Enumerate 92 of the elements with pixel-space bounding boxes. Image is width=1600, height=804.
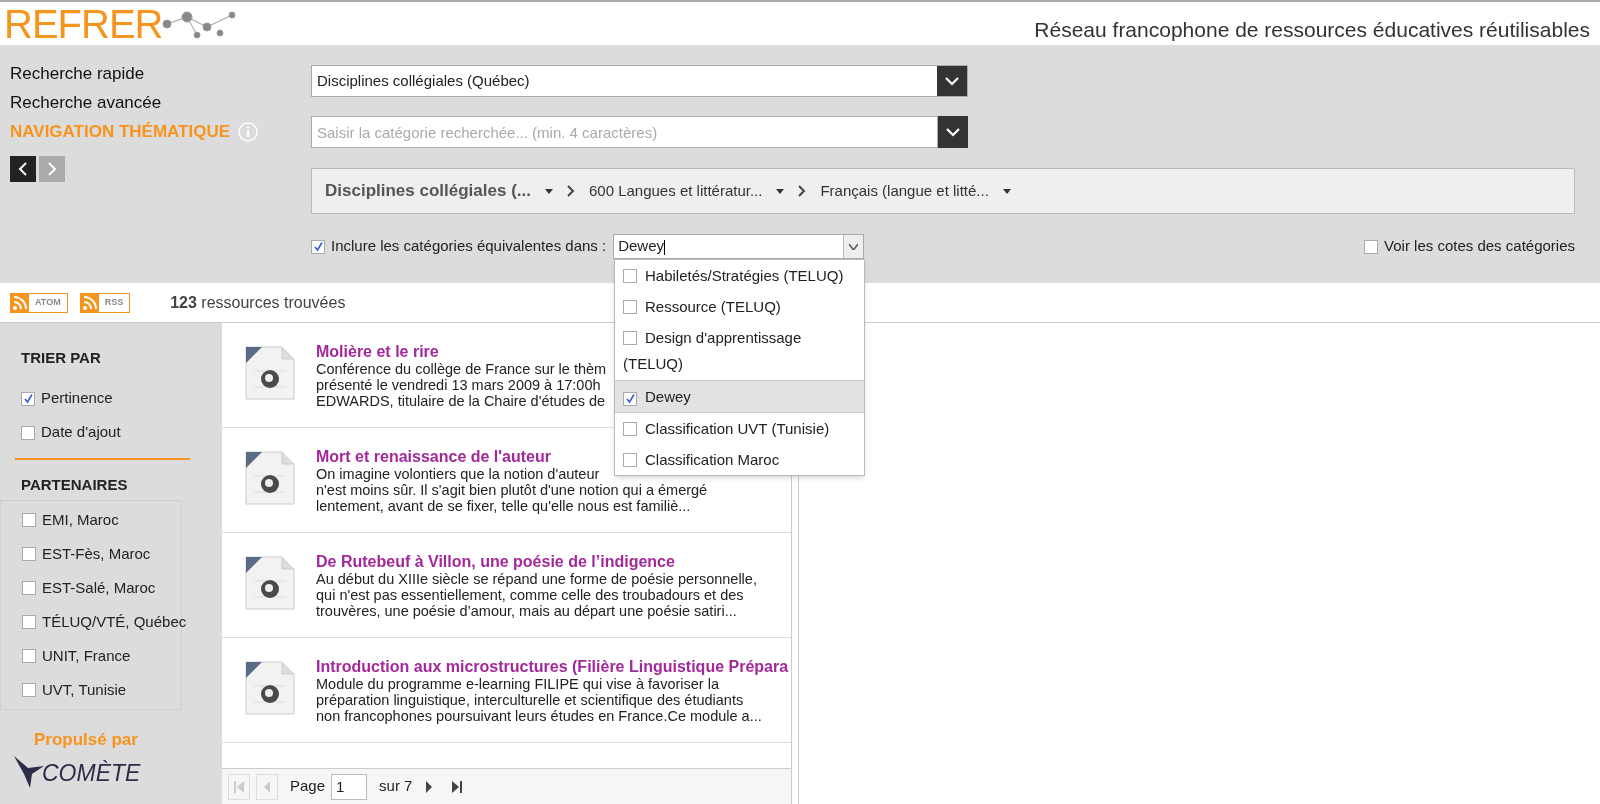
- checkbox[interactable]: [311, 239, 325, 254]
- dropdown-option[interactable]: Classification Maroc: [615, 444, 864, 475]
- previous-page-button[interactable]: [256, 773, 278, 800]
- result-title[interactable]: De Rutebeuf à Villon, une poésie de l’indigence: [316, 553, 757, 571]
- checkbox[interactable]: [623, 269, 637, 283]
- caret-icon: [1002, 188, 1011, 194]
- result-description: Conférence du collège de France sur le thèm: [316, 361, 607, 377]
- search-mode-link[interactable]: Recherche rapide: [10, 60, 145, 87]
- page-total: sur 7: [379, 776, 413, 797]
- result-description: préparation linguistique, interculturelle et scientifique des étudiants: [316, 692, 745, 708]
- dropdown-option[interactable]: Habiletés/Stratégies (TELUQ): [615, 260, 864, 291]
- chevron-down-icon: [944, 76, 960, 86]
- classification-combo[interactable]: Dewey: [613, 234, 865, 259]
- category-field[interactable]: Saisir la catégorie recherchée... (min. 4 caractères): [311, 116, 938, 148]
- result-description: lentement, avant de se fixer, telle qu'elle nous est familiè...: [316, 498, 692, 514]
- sort-heading: TRIER PAR: [21, 348, 102, 368]
- partner-option-label: TÉLUQ/VTÉ, Québec: [42, 611, 187, 632]
- last-page-icon: [451, 779, 464, 794]
- dropdown-option[interactable]: Dewey: [615, 380, 864, 413]
- web-document-icon: [242, 553, 298, 613]
- dropdown-button[interactable]: [938, 116, 968, 148]
- checkbox[interactable]: [22, 683, 36, 697]
- tagline: Réseau francophone de ressources éducatives réutilisables: [1034, 16, 1590, 43]
- result-description: non francophones poursuivant leurs études en France.Ce module a...: [316, 708, 763, 724]
- taxonomy-select[interactable]: Disciplines collégiales (Québec): [311, 65, 968, 97]
- dropdown-option[interactable]: Ressource (TELUQ): [615, 291, 864, 322]
- info-icon[interactable]: [238, 121, 259, 142]
- checkbox[interactable]: [623, 453, 637, 467]
- result-title[interactable]: Introduction aux microstructures (Filière Linguistique Prépara: [316, 658, 789, 676]
- checkbox[interactable]: [22, 547, 36, 561]
- breadcrumb-item[interactable]: 600 Langues et littératur...: [588, 179, 785, 203]
- result-description: On imagine volontiers que la notion d'auteur: [316, 466, 601, 482]
- partners-heading: PARTENAIRES: [21, 475, 128, 493]
- comete-logo[interactable]: COMÈTE: [42, 755, 141, 790]
- checkbox[interactable]: [1364, 239, 1379, 254]
- include-label: Inclure les catégories équivalentes dans :: [331, 236, 607, 257]
- next-icon: [425, 779, 434, 794]
- rss-icon: [11, 293, 29, 312]
- web-document-icon: [242, 658, 298, 718]
- previous-icon: [263, 779, 271, 794]
- result-description: présenté le vendredi 13 mars 2009 à 17:00h: [316, 377, 602, 393]
- dropdown-option[interactable]: Classification UVT (Tunisie): [615, 413, 864, 444]
- sort-option-label: Date d'ajout: [41, 422, 121, 443]
- chevron-right-icon: [566, 185, 575, 197]
- result-count: 123 ressources trouvées: [170, 292, 346, 313]
- chevron-right-icon: [798, 185, 807, 197]
- result-description: Au début du XIIIe siècle se répand une forme de poésie personnelle,: [316, 571, 757, 587]
- checkbox[interactable]: [22, 615, 36, 629]
- show-codes-label: Voir les cotes des catégories: [1384, 236, 1575, 257]
- molecule-icon: [162, 8, 239, 39]
- result-title[interactable]: Molière et le rire: [316, 343, 607, 361]
- checkbox[interactable]: [623, 391, 637, 406]
- sort-option-label: Pertinence: [41, 388, 113, 409]
- result-description: qui n'est pas essentiellement, comme celle des troubadours et des: [316, 587, 745, 603]
- dropdown-option[interactable]: Design d'apprentissage (TELUQ): [615, 322, 864, 380]
- result-description: Module du programme e-learning FILIPE qui vise à favoriser la: [316, 676, 720, 692]
- feed-button[interactable]: ATOM: [10, 292, 68, 313]
- first-page-button[interactable]: [228, 773, 250, 800]
- result-description: n'est moins sûr. Il s'agit bien plutôt d'une notion qui a émergé: [316, 482, 708, 498]
- partner-option-label: EST-Fès, Maroc: [42, 543, 151, 564]
- checkbox[interactable]: [22, 581, 36, 595]
- page-field[interactable]: 1: [331, 773, 368, 800]
- rss-icon: [80, 293, 99, 312]
- feed-button[interactable]: RSS: [79, 292, 131, 313]
- result-description: trouvères, une poésie d’amour, mais au départ une poésie satiri...: [316, 603, 738, 619]
- checkbox[interactable]: [623, 300, 637, 314]
- partner-option-label: UNIT, France: [42, 645, 131, 666]
- powered-by-label: Propulsé par: [34, 729, 138, 749]
- search-mode-link[interactable]: Recherche avancée: [10, 89, 162, 116]
- page-label: Page: [290, 776, 326, 797]
- partner-option-label: EST-Salé, Maroc: [42, 577, 156, 598]
- checkbox[interactable]: [22, 513, 36, 527]
- breadcrumb-item[interactable]: Disciplines collégiales (...: [325, 178, 553, 204]
- first-page-icon: [233, 779, 245, 794]
- checkbox[interactable]: [21, 425, 35, 440]
- checkbox[interactable]: [623, 422, 637, 436]
- checkbox[interactable]: [623, 331, 637, 345]
- breadcrumb-item[interactable]: Français (langue et litté...: [820, 179, 1011, 203]
- chevron-right-icon: [47, 162, 57, 176]
- checkbox[interactable]: [22, 649, 36, 663]
- chevron-left-icon: [18, 162, 28, 176]
- partner-option-label: UVT, Tunisie: [42, 679, 127, 700]
- caret-icon: [776, 188, 785, 194]
- web-document-icon: [242, 448, 298, 508]
- back-button[interactable]: [10, 156, 36, 182]
- checkbox[interactable]: [21, 391, 35, 406]
- result-description: EDWARDS, titulaire de la Chaire d'études de: [316, 393, 607, 409]
- web-document-icon: [242, 343, 298, 403]
- caret-icon: [544, 188, 553, 194]
- partner-option-label: EMI, Maroc: [42, 509, 119, 530]
- caret-icon: [849, 243, 859, 250]
- chevron-down-icon: [945, 127, 961, 137]
